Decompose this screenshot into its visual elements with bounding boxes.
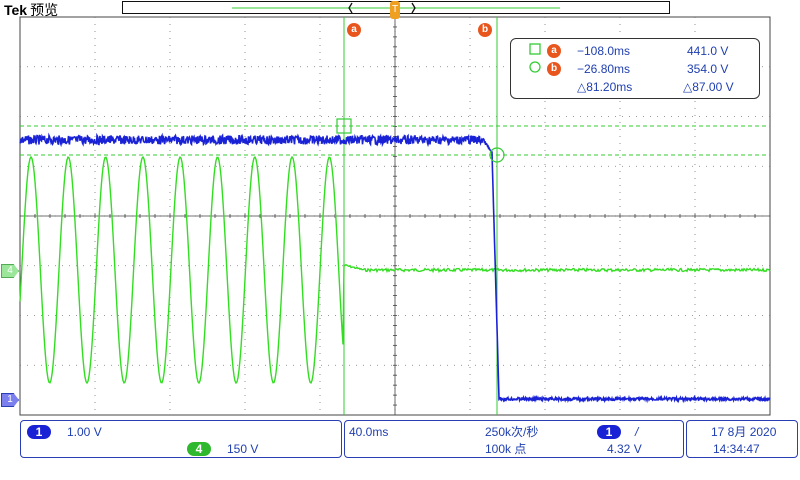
cursor-a-tag[interactable]: a [347,23,361,37]
date-label: 17 8月 2020 [711,425,777,439]
cursor-b-time: −26.80ms [577,62,631,76]
datetime-box: 17 8月 2020 14:34:47 [686,420,798,458]
sample-rate: 250k次/秒 [485,425,539,439]
ch4-marker-label: 4 [7,265,13,276]
acquisition-box[interactable]: 40.0ms 250k次/秒 100k 点 1 / 4.32 V [344,420,684,458]
time-label: 14:34:47 [713,442,760,456]
square-cursor-icon [529,43,541,59]
channel-settings-box[interactable]: 1 1.00 V 4 150 V [20,420,342,458]
circle-cursor-icon [529,61,541,77]
ch4-badge[interactable]: 4 [187,442,211,456]
readout-a-tag: a [547,44,561,58]
cursor-a-label: a [351,24,357,35]
readout-b-tag: b [547,62,561,76]
record-length: 100k 点 [485,442,527,456]
trigger-position-marker[interactable]: T [390,1,400,19]
trigger-marker-label: T [391,4,399,15]
cursor-b-tag[interactable]: b [478,23,492,37]
cursor-a-time: −108.0ms [577,44,631,58]
delta-volt: △87.00 V [683,80,734,94]
ch1-badge[interactable]: 1 [27,425,51,439]
ch4-scale: 150 V [227,442,259,456]
cursor-b-volt: 354.0 V [687,62,729,76]
cursor-readout-panel: a −108.0ms 441.0 V b −26.80ms 354.0 V △8… [510,38,760,99]
readout-b-label: b [550,63,558,74]
ch1-scale: 1.00 V [67,425,102,439]
trigger-source-badge[interactable]: 1 [597,425,621,439]
trigger-slope-icon: / [635,425,639,439]
delta-time: △81.20ms [577,80,633,94]
timebase: 40.0ms [349,425,389,439]
cursor-b-label: b [481,24,489,35]
trigger-level: 4.32 V [607,442,642,456]
cursor-a-volt: 441.0 V [687,44,729,58]
readout-a-label: a [551,45,557,56]
ch1-marker-label: 1 [7,394,13,405]
